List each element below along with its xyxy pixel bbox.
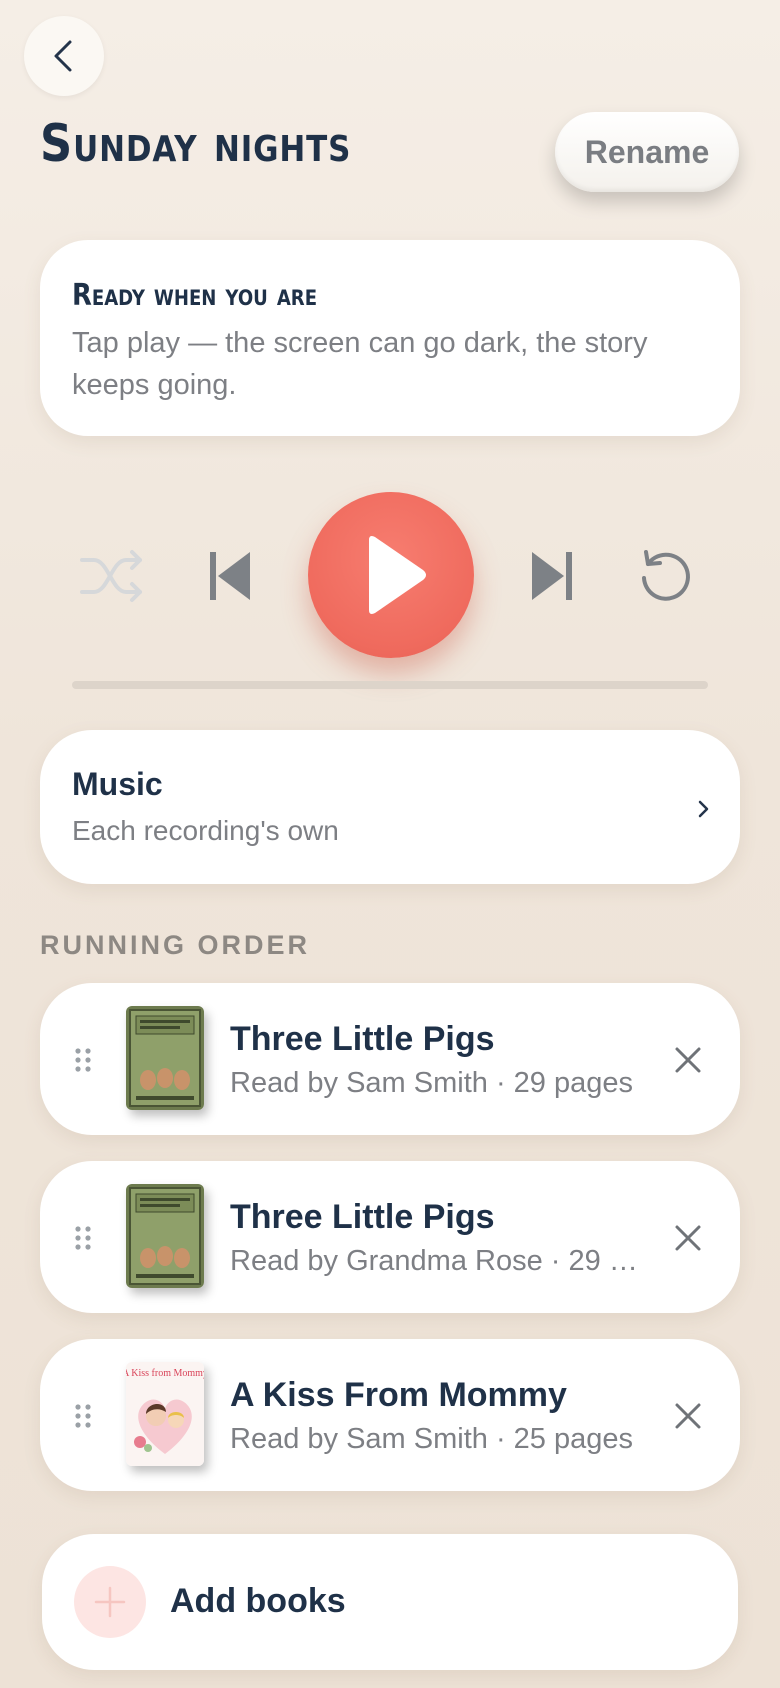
remove-book-button[interactable] — [668, 1040, 708, 1080]
rename-button[interactable]: Rename — [555, 112, 739, 192]
chevron-left-icon — [54, 40, 72, 72]
close-icon — [675, 1225, 701, 1251]
drag-handle-icon[interactable] — [74, 1403, 92, 1429]
progress-bar[interactable] — [72, 681, 708, 689]
book-subtitle: Read by Grandma Rose · 29 pages — [230, 1245, 650, 1277]
chevron-right-icon — [698, 800, 709, 818]
green-book-cover — [126, 1184, 204, 1288]
replay-button[interactable] — [630, 540, 702, 612]
book-cover: A Kiss from Mommy — [126, 1362, 204, 1466]
add-books-icon-wrap — [74, 1566, 146, 1638]
close-icon — [675, 1403, 701, 1429]
svg-text:A Kiss from Mommy: A Kiss from Mommy — [126, 1368, 204, 1379]
skip-next-icon — [532, 552, 572, 600]
green-book-cover — [126, 1006, 204, 1110]
drag-handle-icon[interactable] — [74, 1047, 92, 1073]
book-subtitle: Read by Sam Smith · 29 pages — [230, 1067, 633, 1099]
play-icon — [369, 536, 426, 614]
skip-next-button[interactable] — [526, 540, 578, 612]
book-title: Three Little Pigs — [230, 1198, 495, 1236]
book-subtitle: Read by Sam Smith · 25 pages — [230, 1423, 633, 1455]
close-icon — [675, 1047, 701, 1073]
skip-previous-button[interactable] — [204, 540, 256, 612]
book-cover — [126, 1184, 204, 1288]
music-row[interactable] — [40, 730, 740, 884]
shuffle-icon — [80, 550, 142, 602]
book-title: A Kiss From Mommy — [230, 1376, 567, 1414]
kiss-book-cover: A Kiss from Mommy — [126, 1362, 204, 1466]
play-button[interactable] — [308, 492, 474, 658]
music-subtitle: Each recording's own — [72, 815, 339, 846]
back-button[interactable] — [24, 16, 104, 96]
shuffle-button[interactable] — [76, 540, 148, 612]
music-title: Music — [72, 766, 163, 802]
remove-book-button[interactable] — [668, 1218, 708, 1258]
add-books-button[interactable] — [42, 1534, 738, 1670]
page-title: Sunday nights — [40, 114, 352, 174]
running-order-label: RUNNING ORDER — [40, 930, 311, 960]
skip-previous-icon — [210, 552, 250, 600]
add-books-label: Add books — [170, 1582, 346, 1620]
remove-book-button[interactable] — [668, 1396, 708, 1436]
book-title: Three Little Pigs — [230, 1020, 495, 1058]
status-title: Ready when you are — [72, 278, 318, 313]
drag-handle-icon[interactable] — [74, 1225, 92, 1251]
status-description: Tap play — the screen can go dark, the s… — [72, 327, 648, 401]
plus-icon — [94, 1586, 126, 1618]
replay-icon — [642, 550, 690, 601]
book-cover — [126, 1006, 204, 1110]
